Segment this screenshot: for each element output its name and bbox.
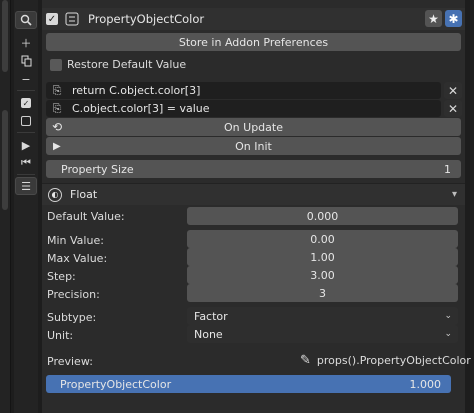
default-value-field[interactable]: 0.000: [187, 207, 458, 225]
chevron-down-icon: ⌄: [444, 329, 452, 339]
outer-scrollbar[interactable]: [0, 0, 11, 413]
toolbar-divider: [17, 132, 35, 133]
preview-path-text: props().PropertyObjectColor: [316, 354, 471, 367]
duplicate-icon[interactable]: [15, 52, 37, 70]
type-subpanel-header[interactable]: ◐ Float ▾: [42, 183, 465, 205]
unit-dropdown[interactable]: None ⌄: [187, 325, 458, 343]
add-icon[interactable]: ＋: [15, 34, 37, 52]
property-panel: ✓ PropertyObjectColor ★ ✱ Store in Addon…: [42, 0, 471, 413]
subtype-dropdown[interactable]: Factor ⌄: [187, 307, 458, 325]
property-size-value: 1: [444, 162, 451, 176]
restore-default-label: Restore Default Value: [67, 58, 187, 71]
toolbar-divider: [17, 174, 35, 175]
property-size-label: Property Size: [61, 162, 134, 176]
min-value-label: Min Value:: [47, 234, 104, 247]
on-init-button[interactable]: ▶ On Init: [46, 137, 461, 155]
preview-slider-value: 1.000: [409, 377, 442, 391]
step-label: Step:: [47, 270, 76, 283]
store-in-addon-preferences-button[interactable]: Store in Addon Preferences: [46, 33, 461, 51]
star-icon[interactable]: ★: [425, 10, 442, 27]
scrollbar-thumb[interactable]: [2, 0, 8, 72]
step-icon[interactable]: ⏮: [15, 154, 37, 172]
chevron-down-icon: ⌄: [444, 311, 452, 321]
play-icon[interactable]: ▶: [15, 136, 37, 154]
default-value-label: Default Value:: [47, 210, 125, 223]
property-size-field[interactable]: Property Size 1: [46, 160, 461, 178]
getter-text: return C.object.color[3]: [72, 84, 201, 97]
setter-text: C.object.color[3] = value: [72, 102, 210, 115]
getter-row[interactable]: ⎘ return C.object.color[3]: [46, 82, 441, 99]
chevron-down-icon: ▾: [451, 189, 457, 200]
setter-row[interactable]: ⎘ C.object.color[3] = value: [46, 100, 441, 117]
on-update-label: On Update: [224, 120, 283, 134]
preview-path[interactable]: ✎ props().PropertyObjectColor: [300, 353, 471, 368]
on-update-button[interactable]: ⟲ On Update: [46, 118, 461, 136]
type-label: Float: [70, 188, 98, 201]
on-init-label: On Init: [235, 139, 272, 153]
script-icon: ⎘: [52, 101, 62, 115]
gear-icon[interactable]: ✱: [445, 10, 462, 27]
scrollbar-thumb-secondary[interactable]: [2, 110, 8, 210]
panel-header[interactable]: ✓ PropertyObjectColor ★ ✱: [42, 8, 465, 30]
checkbox-icon[interactable]: ✓: [15, 94, 37, 112]
restore-default-checkbox[interactable]: [50, 58, 62, 71]
empty-checkbox-icon[interactable]: [15, 112, 37, 130]
toolbar-divider: [17, 90, 35, 91]
subtype-label: Subtype:: [47, 311, 97, 324]
enable-checkbox[interactable]: ✓: [46, 13, 58, 25]
search-icon[interactable]: [15, 11, 37, 29]
max-value-label: Max Value:: [47, 252, 108, 265]
remove-setter-button[interactable]: ✕: [444, 100, 462, 117]
preview-label: Preview:: [47, 355, 93, 368]
restore-default-row[interactable]: Restore Default Value: [50, 58, 186, 71]
subtype-value: Factor: [194, 309, 228, 323]
float-type-icon: ◐: [48, 187, 62, 202]
precision-field[interactable]: 3: [187, 284, 458, 302]
menu-icon[interactable]: ☰: [15, 177, 37, 195]
play-icon: ▶: [53, 140, 61, 152]
preview-slider[interactable]: PropertyObjectColor 1.000: [46, 375, 451, 393]
remove-icon[interactable]: −: [15, 70, 37, 88]
unit-label: Unit:: [47, 329, 74, 342]
preview-slider-label: PropertyObjectColor: [60, 377, 172, 391]
max-value-field[interactable]: 1.00: [187, 248, 458, 266]
toolbar: ＋ − ✓ ▶ ⏮ ☰: [14, 0, 38, 413]
min-value-field[interactable]: 0.00: [187, 230, 458, 248]
panel-title: PropertyObjectColor: [88, 12, 205, 26]
pencil-icon: ✎: [300, 353, 311, 368]
node-icon: [64, 11, 80, 27]
precision-label: Precision:: [47, 288, 100, 301]
remove-getter-button[interactable]: ✕: [444, 82, 462, 99]
step-field[interactable]: 3.00: [187, 266, 458, 284]
unit-value: None: [194, 327, 223, 341]
refresh-icon: ⟲: [52, 120, 63, 134]
script-icon: ⎘: [52, 83, 62, 97]
